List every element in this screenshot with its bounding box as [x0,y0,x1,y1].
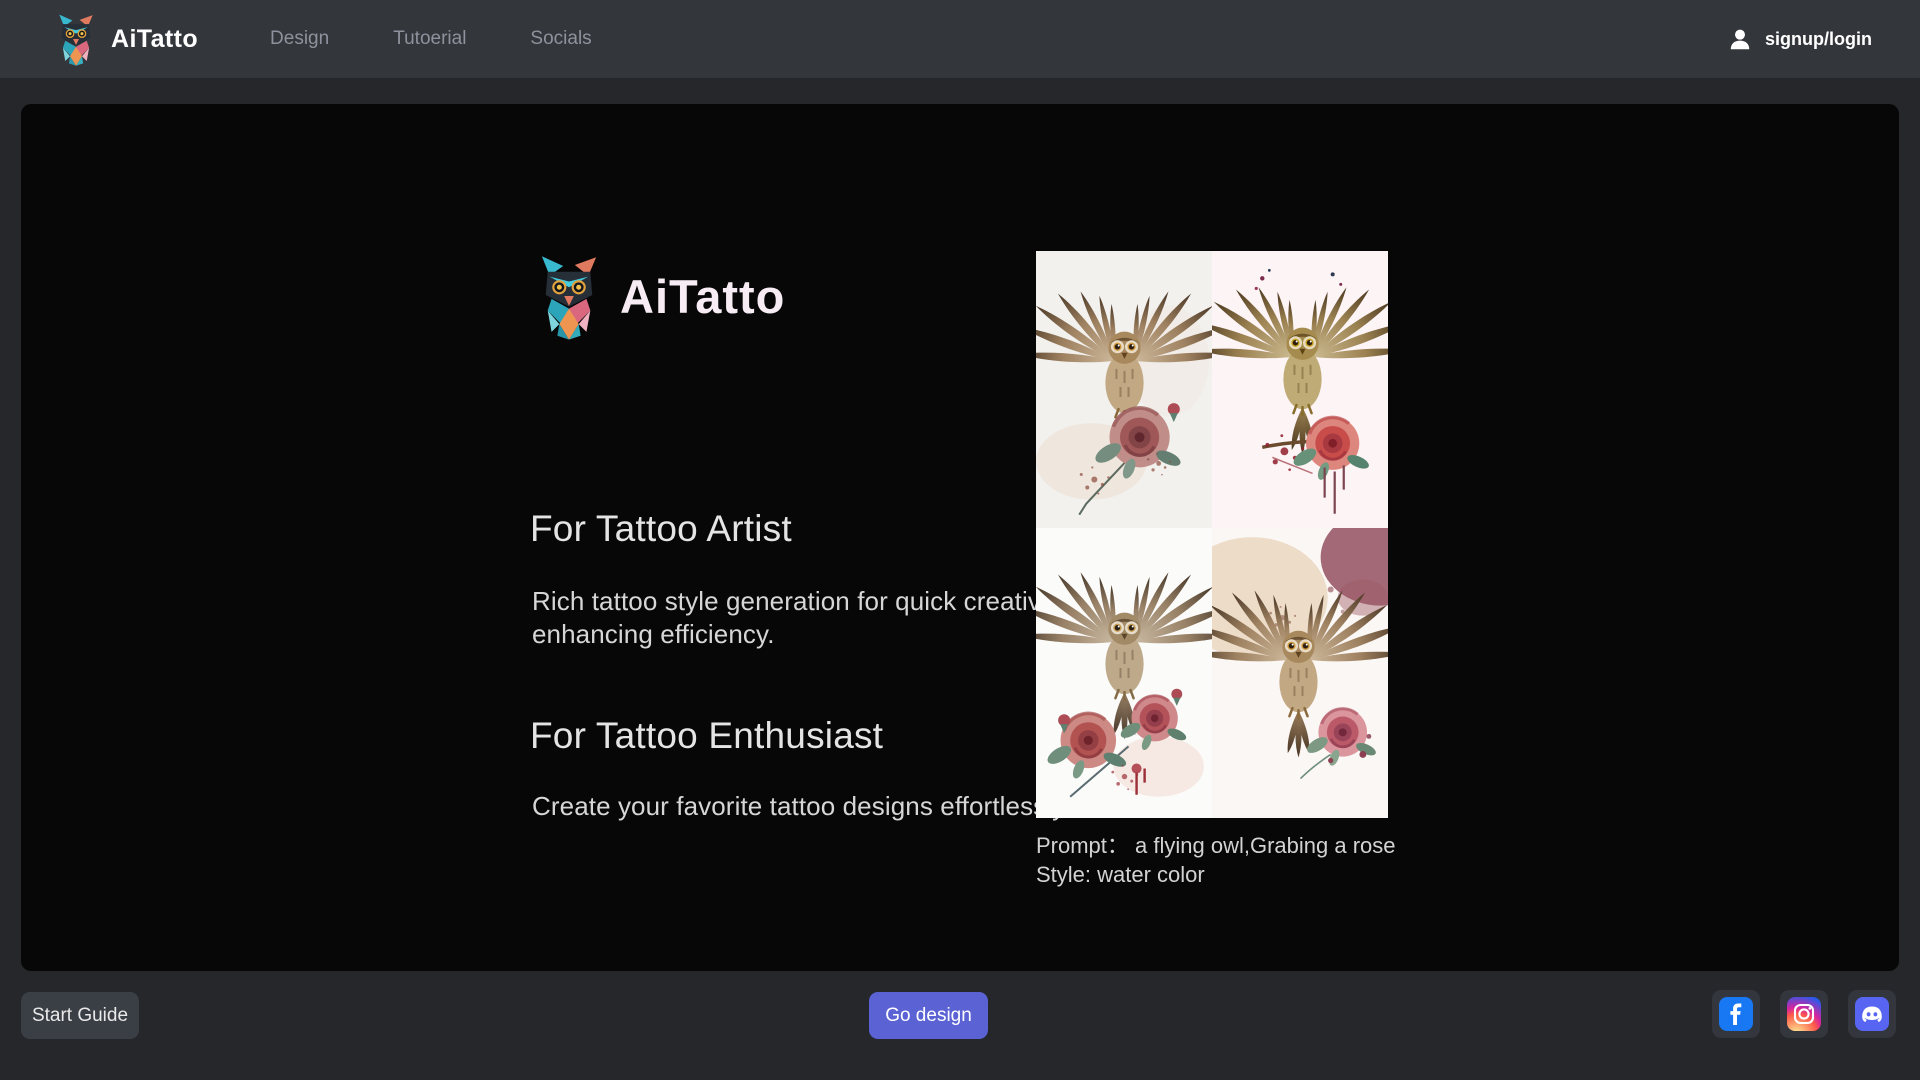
discord-icon [1855,997,1889,1031]
facebook-icon [1719,997,1753,1031]
nav-link-tutorial[interactable]: Tutoerial [393,28,466,50]
tattoo-sample-image-3 [1036,528,1212,818]
text-for-tattoo-enthusiast: Create your favorite tattoo designs effo… [532,790,1071,823]
tattoo-sample-image-4 [1212,528,1388,818]
tattoo-sample-image-2 [1212,251,1388,528]
nav-links: Design Tutoerial Socials [270,28,592,50]
nav-link-design[interactable]: Design [270,28,329,50]
heading-for-tattoo-artist: For Tattoo Artist [530,508,792,550]
sample-caption: Prompt： a flying owl,Grabing a rose Styl… [1036,831,1396,889]
brand-home-link[interactable]: AiTatto [56,11,198,67]
brand-title: AiTatto [111,25,198,54]
person-icon [1727,26,1753,52]
facebook-button[interactable] [1712,990,1760,1038]
heading-for-tattoo-enthusiast: For Tattoo Enthusiast [530,715,883,757]
signup-login-button[interactable]: signup/login [1727,26,1872,52]
sample-style-line: Style: water color [1036,860,1396,889]
signup-login-label: signup/login [1765,29,1872,50]
tattoo-sample-image-1 [1036,251,1212,528]
hero-panel: AiTatto For Tattoo Artist Rich tattoo st… [21,104,1899,971]
hero-brand: AiTatto [538,250,785,342]
sample-prompt-line: Prompt： a flying owl,Grabing a rose [1036,831,1396,860]
go-design-button[interactable]: Go design [869,992,988,1039]
instagram-icon [1787,997,1821,1031]
aitatto-owl-logo-icon-large [538,250,600,342]
discord-button[interactable] [1848,990,1896,1038]
aitatto-landing-page: AiTatto Design Tutoerial Socials signup/… [0,0,1920,1080]
navbar: AiTatto Design Tutoerial Socials signup/… [0,0,1920,78]
text-for-tattoo-artist: Rich tattoo style generation for quick c… [532,585,1073,651]
nav-link-socials[interactable]: Socials [530,28,591,50]
hero-brand-title: AiTatto [620,269,785,324]
social-links [1712,990,1896,1038]
aitatto-owl-logo-icon [56,11,96,67]
tattoo-sample-grid [1036,251,1388,818]
instagram-button[interactable] [1780,990,1828,1038]
start-guide-button[interactable]: Start Guide [21,992,139,1039]
